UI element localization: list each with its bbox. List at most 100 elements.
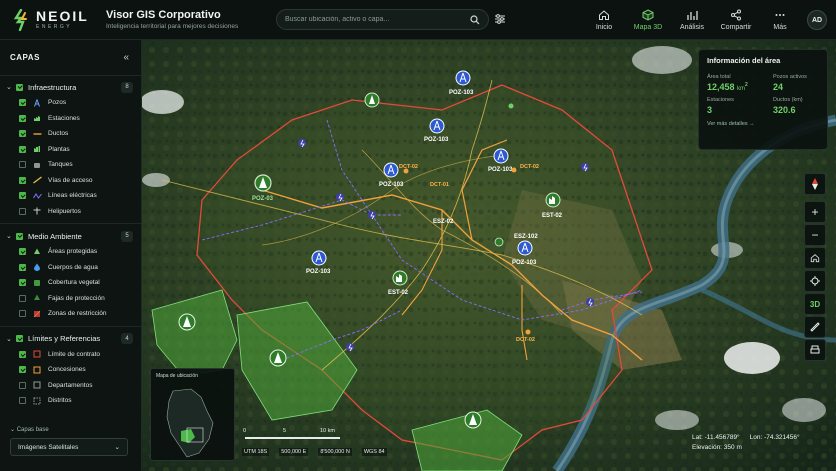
layer-checkbox[interactable] bbox=[19, 366, 26, 374]
layer-checkbox[interactable] bbox=[19, 310, 26, 318]
layer-item[interactable]: Fajas de protección bbox=[0, 291, 141, 307]
print-button[interactable] bbox=[804, 339, 826, 361]
layer-item[interactable]: Concesiones bbox=[0, 362, 141, 378]
zoom-out-button[interactable]: − bbox=[804, 224, 826, 246]
nav-inicio[interactable]: Inicio bbox=[582, 0, 626, 40]
layer-checkbox[interactable] bbox=[19, 114, 26, 122]
layer-item[interactable]: Zonas de restricción bbox=[0, 306, 141, 322]
plant-marker[interactable] bbox=[545, 192, 561, 208]
layer-item[interactable]: Ductos bbox=[0, 126, 141, 142]
layer-item[interactable]: Distritos bbox=[0, 393, 141, 409]
protected-area-marker[interactable] bbox=[269, 349, 287, 367]
group-label: Límites y Referencias bbox=[28, 334, 101, 343]
collapse-sidebar-icon[interactable]: « bbox=[123, 52, 129, 63]
layer-checkbox[interactable] bbox=[19, 99, 26, 107]
3d-toggle-button[interactable]: 3D bbox=[804, 293, 826, 315]
nav-mapa-3d[interactable]: Mapa 3D bbox=[626, 0, 670, 40]
layer-label: Plantas bbox=[48, 145, 70, 153]
user-avatar[interactable]: AD bbox=[807, 10, 827, 30]
plant-marker[interactable] bbox=[364, 92, 380, 108]
nav-mas[interactable]: Más bbox=[758, 0, 802, 40]
layer-item[interactable]: Plantas bbox=[0, 142, 141, 158]
zoom-in-button[interactable]: + bbox=[804, 201, 826, 223]
group-checkbox[interactable] bbox=[16, 232, 23, 240]
compass-button[interactable] bbox=[804, 173, 826, 195]
nav-label: Mapa 3D bbox=[633, 24, 663, 31]
area-unit-sup: 2 bbox=[745, 82, 748, 88]
layer-checkbox[interactable] bbox=[19, 381, 26, 389]
layer-group-infraestructura[interactable]: ⌄ Infraestructura 8 bbox=[0, 79, 141, 95]
layer-label: Helipuertos bbox=[48, 207, 81, 215]
chevron-down-icon[interactable]: ⌄ bbox=[6, 83, 14, 91]
layer-item[interactable]: Cobertura vegetal bbox=[0, 275, 141, 291]
layer-group-limites[interactable]: ⌄ Límites y Referencias 4 bbox=[0, 331, 141, 347]
ducts-value: 320.6 bbox=[773, 105, 796, 115]
substation-icon[interactable] bbox=[586, 298, 594, 307]
layer-item[interactable]: Vías de acceso bbox=[0, 173, 141, 189]
home-view-button[interactable] bbox=[804, 247, 826, 269]
substation-icon[interactable] bbox=[368, 211, 376, 220]
station-marker[interactable] bbox=[494, 237, 504, 247]
filter-settings-icon[interactable] bbox=[493, 12, 507, 26]
layer-item[interactable]: Límite de contrato bbox=[0, 347, 141, 363]
well-label: POZ-103 bbox=[424, 137, 449, 143]
layer-item[interactable]: Áreas protegidas bbox=[0, 244, 141, 260]
cube-icon bbox=[642, 9, 654, 21]
substation-icon[interactable] bbox=[346, 343, 354, 352]
well-marker[interactable] bbox=[311, 250, 327, 266]
layer-item[interactable]: Estaciones bbox=[0, 111, 141, 127]
well-icon bbox=[32, 99, 42, 107]
main-nav: Inicio Mapa 3D Análisis Compartir Más bbox=[582, 0, 802, 40]
well-marker[interactable] bbox=[517, 240, 533, 256]
layer-group-medio-ambiente[interactable]: ⌄ Medio Ambiente 5 bbox=[0, 228, 141, 244]
protected-area-marker[interactable] bbox=[178, 313, 196, 331]
department-icon bbox=[32, 381, 42, 389]
well-marker[interactable] bbox=[383, 162, 399, 178]
search-input[interactable] bbox=[285, 16, 470, 23]
substation-icon[interactable] bbox=[336, 193, 344, 202]
layer-label: Tanques bbox=[48, 161, 73, 169]
chevron-down-icon[interactable]: ⌄ bbox=[6, 335, 14, 343]
group-checkbox[interactable] bbox=[16, 335, 23, 342]
layer-checkbox[interactable] bbox=[19, 350, 26, 358]
layer-checkbox[interactable] bbox=[19, 161, 26, 169]
map-canvas[interactable]: POZ-103 POZ-103 POZ-103 POZ-103 POZ-103 … bbox=[142, 40, 836, 471]
layer-checkbox[interactable] bbox=[19, 279, 26, 287]
nav-compartir[interactable]: Compartir bbox=[714, 0, 758, 40]
search-icon[interactable] bbox=[470, 14, 480, 25]
layer-checkbox[interactable] bbox=[19, 145, 26, 153]
locator-map[interactable]: Mapa de ubicación bbox=[150, 368, 235, 461]
layer-checkbox[interactable] bbox=[19, 130, 26, 138]
layer-item[interactable]: Helipuertos bbox=[0, 204, 141, 220]
nav-analisis[interactable]: Análisis bbox=[670, 0, 714, 40]
measure-button[interactable] bbox=[804, 316, 826, 338]
chevron-down-icon[interactable]: ⌄ bbox=[6, 232, 14, 240]
layer-item[interactable]: Departamentos bbox=[0, 378, 141, 394]
well-marker[interactable] bbox=[429, 118, 445, 134]
group-checkbox[interactable] bbox=[16, 83, 23, 91]
well-marker[interactable] bbox=[455, 70, 471, 86]
protected-area-marker[interactable] bbox=[464, 411, 482, 429]
layer-checkbox[interactable] bbox=[19, 397, 26, 405]
layer-checkbox[interactable] bbox=[19, 192, 26, 200]
station-marker[interactable] bbox=[392, 270, 408, 286]
more-details-link[interactable]: Ver más detalles → bbox=[707, 121, 819, 127]
layer-item[interactable]: Pozos bbox=[0, 95, 141, 111]
layer-item[interactable]: Tanques bbox=[0, 157, 141, 173]
substation-icon[interactable] bbox=[298, 139, 306, 148]
basemap-select[interactable]: Imágenes Satelitales ⌄ bbox=[10, 438, 128, 456]
layer-checkbox[interactable] bbox=[19, 294, 26, 302]
layer-item[interactable]: Líneas eléctricas bbox=[0, 188, 141, 204]
pipeline-icon bbox=[32, 130, 42, 138]
plant-marker[interactable] bbox=[254, 174, 272, 192]
layer-checkbox[interactable] bbox=[19, 176, 26, 184]
substation-icon[interactable] bbox=[581, 163, 589, 172]
search-box[interactable] bbox=[276, 9, 489, 30]
layer-checkbox[interactable] bbox=[19, 248, 26, 256]
layer-checkbox[interactable] bbox=[19, 207, 26, 215]
well-marker[interactable] bbox=[493, 148, 509, 164]
logo[interactable]: NEOIL ENERGY bbox=[12, 8, 92, 31]
locate-button[interactable] bbox=[804, 270, 826, 292]
layer-checkbox[interactable] bbox=[19, 263, 26, 271]
layer-item[interactable]: Cuerpos de agua bbox=[0, 260, 141, 276]
